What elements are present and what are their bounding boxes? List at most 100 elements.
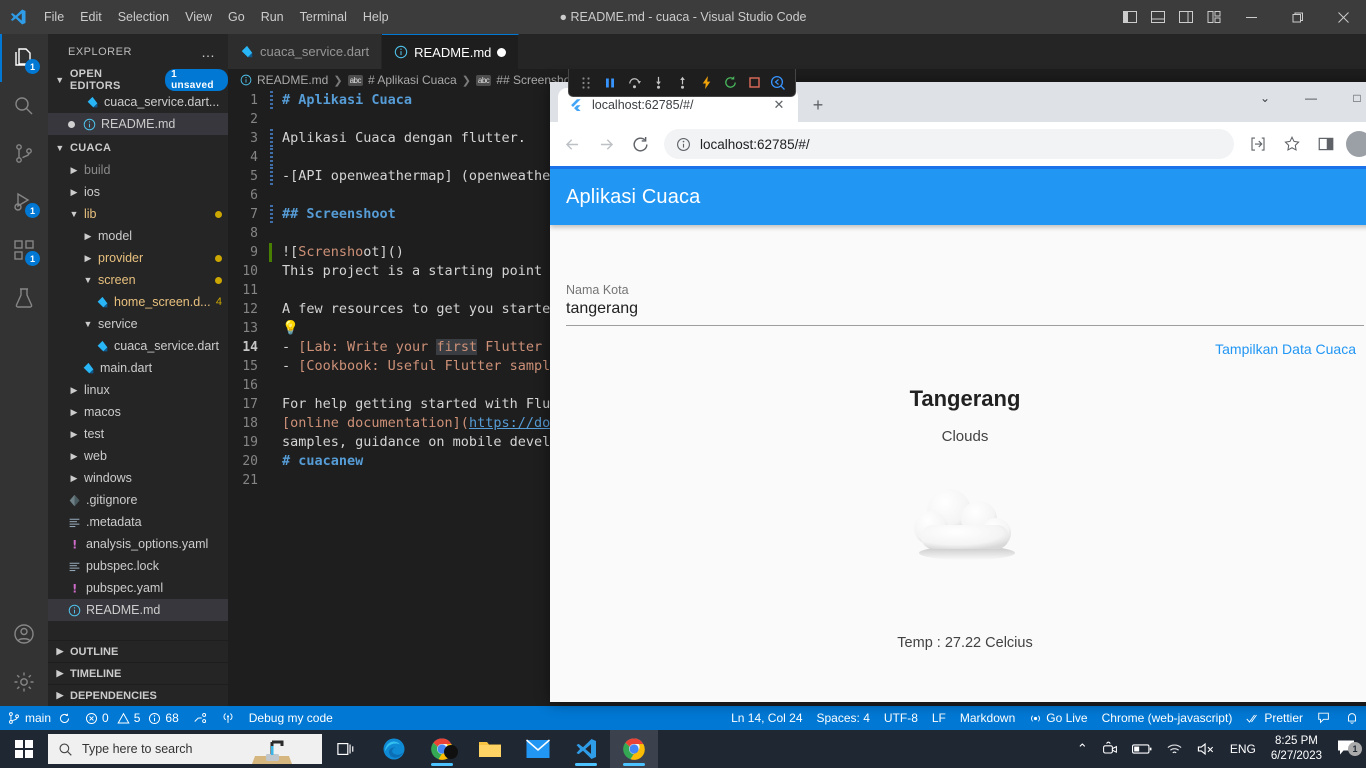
- breadcrumb-symbol-1[interactable]: # Aplikasi Cuaca: [368, 73, 457, 87]
- tree-folder[interactable]: ▼ service: [48, 313, 228, 335]
- tree-folder[interactable]: ▼ screen: [48, 269, 228, 291]
- new-tab-button[interactable]: +: [804, 91, 832, 119]
- reload-button[interactable]: [624, 128, 656, 160]
- activity-extensions[interactable]: 1: [0, 226, 48, 274]
- profile-avatar[interactable]: [1346, 131, 1366, 157]
- tray-camera-icon[interactable]: [1095, 741, 1125, 757]
- taskbar-file-explorer[interactable]: [466, 730, 514, 768]
- panel-outline[interactable]: ▶ OUTLINE: [48, 640, 228, 662]
- window-minimize-button[interactable]: [1228, 0, 1274, 34]
- side-panel-icon[interactable]: [1310, 128, 1342, 160]
- tray-expand-chevron-icon[interactable]: ⌃: [1070, 741, 1095, 757]
- tree-file[interactable]: cuaca_service.dart: [48, 335, 228, 357]
- taskbar-vscode[interactable]: [562, 730, 610, 768]
- tree-file[interactable]: .gitignore: [48, 489, 228, 511]
- window-close-button[interactable]: [1320, 0, 1366, 34]
- menu-terminal[interactable]: Terminal: [292, 7, 355, 27]
- status-notifications[interactable]: [1338, 706, 1366, 730]
- activity-run-debug[interactable]: 1: [0, 178, 48, 226]
- tree-folder[interactable]: ▼ lib: [48, 203, 228, 225]
- step-over-button[interactable]: [623, 72, 645, 94]
- pause-button[interactable]: [599, 72, 621, 94]
- customize-layout-icon[interactable]: [1200, 0, 1228, 34]
- forward-button[interactable]: [590, 128, 622, 160]
- close-tab-icon[interactable]: ✕: [770, 96, 788, 114]
- status-feedback[interactable]: [1310, 706, 1338, 730]
- toggle-secondary-sidebar-icon[interactable]: [1172, 0, 1200, 34]
- panel-timeline[interactable]: ▶ TIMELINE: [48, 662, 228, 684]
- status-eol[interactable]: LF: [925, 706, 953, 730]
- tray-clock[interactable]: 8:25 PM 6/27/2023: [1263, 734, 1330, 764]
- step-into-button[interactable]: [647, 72, 669, 94]
- sidebar-more-icon[interactable]: …: [201, 44, 216, 60]
- status-problems[interactable]: 0 5 68: [78, 706, 186, 730]
- drag-handle-icon[interactable]: [575, 72, 597, 94]
- tree-folder[interactable]: ▶ test: [48, 423, 228, 445]
- menu-run[interactable]: Run: [253, 7, 292, 27]
- tray-volume-muted-icon[interactable]: [1190, 742, 1223, 756]
- menu-edit[interactable]: Edit: [72, 7, 110, 27]
- tree-file[interactable]: ! pubspec.yaml: [48, 577, 228, 599]
- task-view-button[interactable]: [322, 730, 370, 768]
- bookmark-star-icon[interactable]: [1276, 128, 1308, 160]
- step-out-button[interactable]: [671, 72, 693, 94]
- city-input-field[interactable]: Nama Kota tangerang: [566, 283, 1364, 326]
- tree-file[interactable]: README.md: [48, 599, 228, 621]
- breadcrumb-file[interactable]: README.md: [257, 73, 328, 87]
- status-go-live[interactable]: Go Live: [1022, 706, 1094, 730]
- panel-dependencies[interactable]: ▶ DEPENDENCIES: [48, 684, 228, 706]
- start-button[interactable]: [0, 730, 48, 768]
- status-language-mode[interactable]: Markdown: [953, 706, 1022, 730]
- tree-file[interactable]: .metadata: [48, 511, 228, 533]
- tab-modified-dot-icon[interactable]: [497, 47, 507, 57]
- open-editor-item[interactable]: cuaca_service.dart...: [48, 91, 228, 113]
- status-branch[interactable]: main: [0, 706, 78, 730]
- status-radio-tower[interactable]: [214, 706, 242, 730]
- status-ports[interactable]: [186, 706, 214, 730]
- chrome-minimize-button[interactable]: —: [1288, 82, 1334, 114]
- tree-file[interactable]: ! analysis_options.yaml: [48, 533, 228, 555]
- restart-button[interactable]: [719, 72, 741, 94]
- tree-folder[interactable]: ▶ macos: [48, 401, 228, 423]
- status-indentation[interactable]: Spaces: 4: [810, 706, 877, 730]
- tray-language-indicator[interactable]: ENG: [1223, 742, 1263, 756]
- taskbar-edge[interactable]: [370, 730, 418, 768]
- menu-view[interactable]: View: [177, 7, 220, 27]
- hot-reload-button[interactable]: [695, 72, 717, 94]
- tree-file[interactable]: main.dart: [48, 357, 228, 379]
- stop-button[interactable]: [743, 72, 765, 94]
- activity-testing[interactable]: [0, 274, 48, 322]
- status-prettier[interactable]: Prettier: [1239, 706, 1310, 730]
- chrome-tab-search-icon[interactable]: ⌄: [1242, 82, 1288, 114]
- show-weather-button[interactable]: Tampilkan Data Cuaca: [1207, 335, 1364, 363]
- tree-folder[interactable]: ▶ web: [48, 445, 228, 467]
- widget-inspector-button[interactable]: [767, 72, 789, 94]
- tree-folder[interactable]: ▶ windows: [48, 467, 228, 489]
- open-editors-header[interactable]: ▼ OPEN EDITORS 1 unsaved: [48, 68, 228, 92]
- tab-cuaca-service[interactable]: cuaca_service.dart: [228, 34, 383, 69]
- menu-go[interactable]: Go: [220, 7, 253, 27]
- tree-file[interactable]: home_screen.d... 4: [48, 291, 228, 313]
- window-maximize-button[interactable]: [1274, 0, 1320, 34]
- tray-battery-icon[interactable]: [1125, 742, 1159, 756]
- taskbar-mail[interactable]: [514, 730, 562, 768]
- activity-search[interactable]: [0, 82, 48, 130]
- toggle-primary-sidebar-icon[interactable]: [1116, 0, 1144, 34]
- status-encoding[interactable]: UTF-8: [877, 706, 925, 730]
- address-bar[interactable]: localhost:62785/#/: [664, 129, 1234, 159]
- menu-help[interactable]: Help: [355, 7, 397, 27]
- project-folder-header[interactable]: ▼ CUACA: [48, 137, 228, 159]
- tree-folder[interactable]: ▶ ios: [48, 181, 228, 203]
- tray-notification-center[interactable]: 1: [1330, 738, 1366, 761]
- status-browser-target[interactable]: Chrome (web-javascript): [1095, 706, 1240, 730]
- status-cursor-position[interactable]: Ln 14, Col 24: [724, 706, 809, 730]
- activity-explorer[interactable]: 1: [0, 34, 48, 82]
- tree-file[interactable]: pubspec.lock: [48, 555, 228, 577]
- tree-folder[interactable]: ▶ model: [48, 225, 228, 247]
- tree-folder[interactable]: ▶ provider: [48, 247, 228, 269]
- menu-file[interactable]: File: [36, 7, 72, 27]
- menu-selection[interactable]: Selection: [110, 7, 177, 27]
- tree-folder[interactable]: ▶ build: [48, 159, 228, 181]
- activity-accounts[interactable]: [0, 610, 48, 658]
- activity-source-control[interactable]: [0, 130, 48, 178]
